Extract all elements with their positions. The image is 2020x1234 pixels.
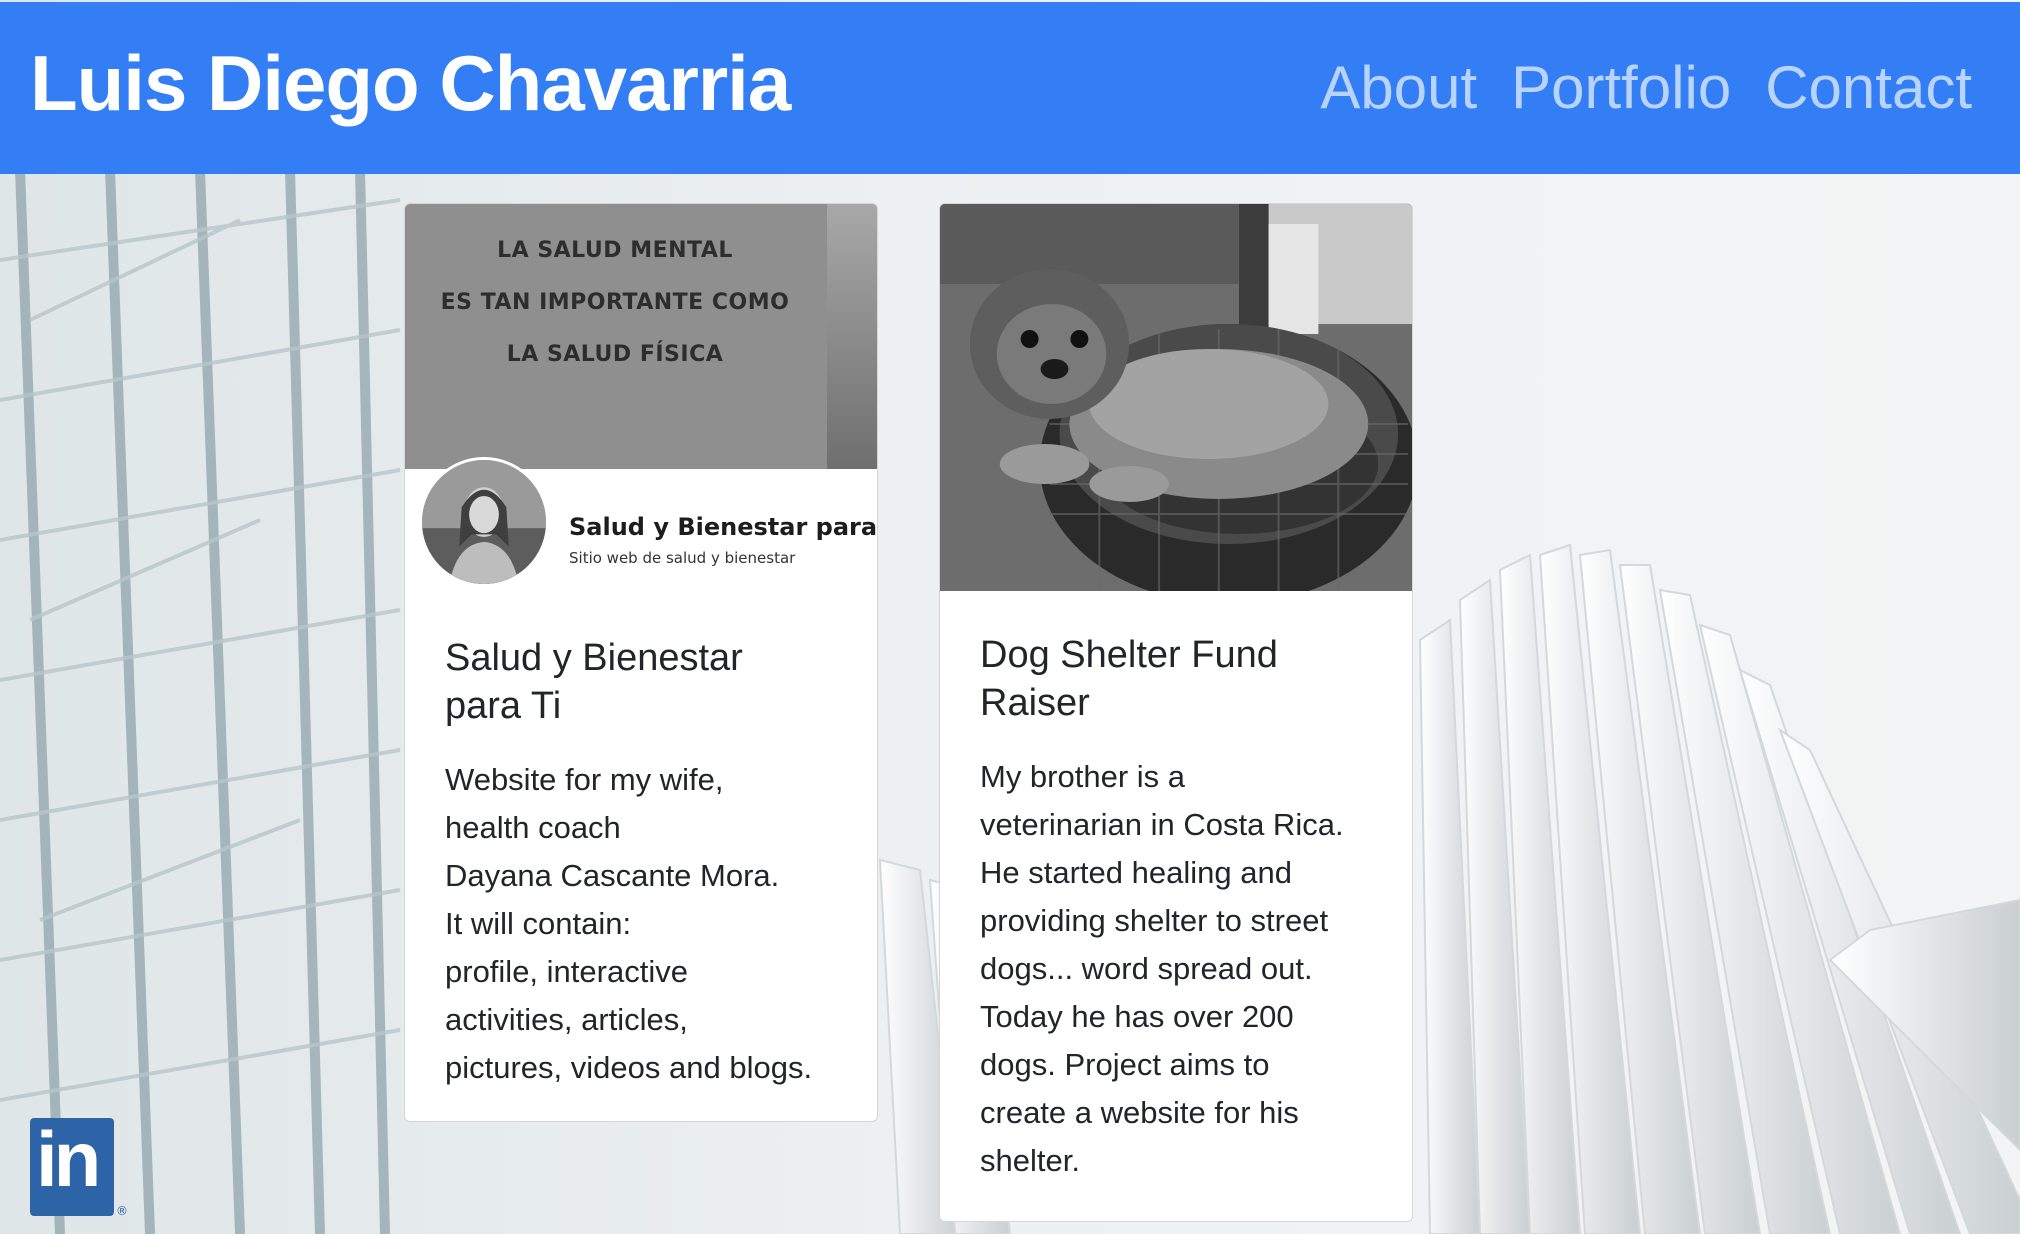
nav-link-portfolio[interactable]: Portfolio xyxy=(1511,58,1731,118)
card-body: Dog Shelter Fund Raiser My brother is a … xyxy=(940,591,1412,1215)
top-navbar: Luis Diego Chavarria About Portfolio Con… xyxy=(0,2,2020,174)
linkedin-logo-text: in xyxy=(36,1115,101,1203)
project-card-salud[interactable]: LA SALUD MENTAL ES TAN IMPORTANTE COMO L… xyxy=(404,203,878,1122)
profile-name: Salud y Bienestar para ti xyxy=(569,513,878,541)
card-title: Salud y Bienestar para Ti xyxy=(445,637,743,727)
quote-line-3: LA SALUD FÍSICA xyxy=(506,342,724,367)
card-text: My brother is a veterinarian in Costa Ri… xyxy=(980,759,1344,1178)
registered-mark: ® xyxy=(116,1204,128,1218)
nav-link-contact[interactable]: Contact xyxy=(1765,58,1972,118)
quote-line-2: ES TAN IMPORTANTE COMO xyxy=(440,290,790,315)
avatar xyxy=(419,457,549,587)
profile-subtitle: Sitio web de salud y bienestar xyxy=(569,549,796,567)
profile-strip: Salud y Bienestar para ti Sitio web de s… xyxy=(405,457,878,594)
card-image-dog xyxy=(940,204,1412,591)
card-image-salud: LA SALUD MENTAL ES TAN IMPORTANTE COMO L… xyxy=(405,204,877,469)
card-body: Salud y Bienestar para Ti Website for my… xyxy=(405,594,877,1121)
card-text: Website for my wife, health coach Dayana… xyxy=(445,762,813,1085)
project-card-dog-shelter[interactable]: Dog Shelter Fund Raiser My brother is a … xyxy=(939,203,1413,1222)
site-brand[interactable]: Luis Diego Chavarria xyxy=(30,44,791,122)
card-title: Dog Shelter Fund Raiser xyxy=(980,634,1278,724)
quote-line-1: LA SALUD MENTAL xyxy=(497,238,733,263)
plant-image xyxy=(827,204,877,469)
nav-link-about[interactable]: About xyxy=(1320,58,1477,118)
linkedin-icon[interactable]: in ® xyxy=(30,1115,128,1218)
main-nav: About Portfolio Contact xyxy=(1320,58,1972,118)
